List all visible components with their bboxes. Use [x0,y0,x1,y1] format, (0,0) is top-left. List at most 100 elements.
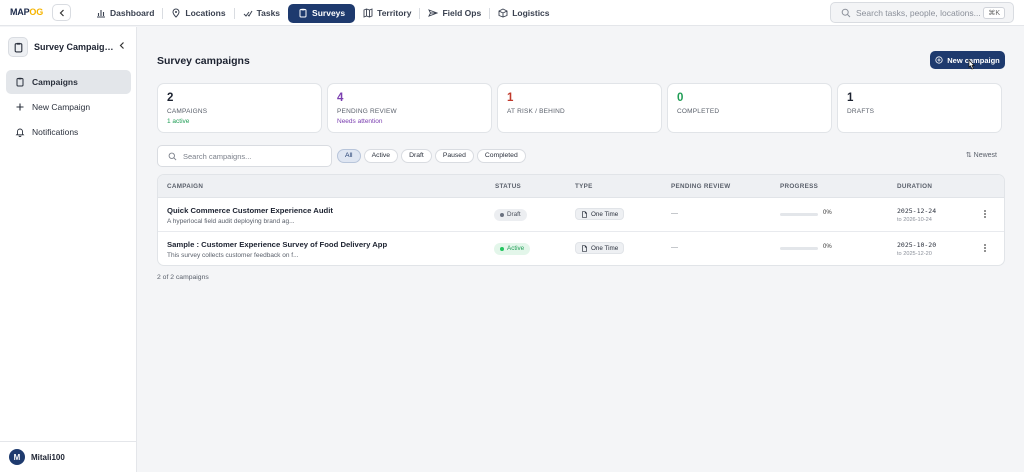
status-dot [500,247,504,251]
nav-surveys[interactable]: Surveys [288,3,356,23]
column-header-duration[interactable]: DURATION [897,183,932,190]
campaign-name[interactable]: Sample : Customer Experience Survey of F… [167,240,387,249]
campaign-name[interactable]: Quick Commerce Customer Experience Audit [167,206,333,215]
pending-review-value: — [671,210,678,217]
table-header: CAMPAIGN STATUS TYPE PENDING REVIEW PROG… [158,175,1004,198]
campaign-description: This survey collects customer feedback o… [167,252,299,259]
nav-tasks[interactable]: Tasks [235,4,288,23]
stat-card-pending-review[interactable]: 4 PENDING REVIEW Needs attention [327,83,492,133]
nav-logistics[interactable]: Logistics [490,4,557,23]
type-badge: One Time [575,208,625,220]
table-row[interactable]: Quick Commerce Customer Experience Audit… [158,198,1004,232]
sidebar-header: Survey Campaigns [8,37,130,57]
stat-value: 1 [507,92,514,104]
column-header-pending-review[interactable]: PENDING REVIEW [671,183,730,190]
column-header-progress[interactable]: PROGRESS [780,183,818,190]
document-icon [582,244,587,252]
map-icon [363,8,373,18]
stat-card-completed[interactable]: 0 COMPLETED [667,83,832,133]
sidebar-item-label: Notifications [32,127,79,137]
duration-end: to 2026-10-24 [897,217,932,223]
nav-label: Logistics [512,8,550,18]
plus-circle-icon [935,56,943,64]
row-actions-button[interactable] [983,243,987,255]
sort-button[interactable]: ⇅ Newest [966,151,997,159]
status-badge: Draft [494,209,527,221]
app-logo[interactable]: MAPOG [10,7,43,17]
document-icon [582,210,587,218]
nav-label: Territory [377,8,412,18]
back-button[interactable] [52,4,71,21]
sidebar-menu: Campaigns New Campaign Notifications [6,70,131,145]
type-label: One Time [591,244,619,252]
type-badge: One Time [575,242,625,254]
row-actions-button[interactable] [983,209,987,221]
nav-label: Field Ops [442,8,482,18]
column-header-status[interactable]: STATUS [495,183,521,190]
stat-sub: Needs attention [337,118,383,125]
clipboard-icon [16,77,24,87]
clipboard-icon [299,8,307,18]
duration-end: to 2025-12-20 [897,251,932,257]
global-search[interactable]: ⌘K [830,2,1014,23]
filter-chip-draft[interactable]: Draft [401,149,432,163]
progress-percent: 0% [823,210,832,216]
nav-territory[interactable]: Territory [355,4,419,23]
search-icon [841,8,851,17]
stat-card-at-risk[interactable]: 1 AT RISK / BEHIND [497,83,662,133]
global-search-input[interactable] [856,7,986,18]
collapse-sidebar-button[interactable] [118,41,126,53]
table-row[interactable]: Sample : Customer Experience Survey of F… [158,232,1004,265]
nav-label: Dashboard [110,8,155,18]
sidebar-item-label: Campaigns [32,77,78,87]
user-profile[interactable]: M Mitali100 [0,441,136,472]
stat-value: 0 [677,92,684,104]
nav-locations[interactable]: Locations [163,4,233,23]
nav-field-ops[interactable]: Field Ops [420,4,489,23]
column-header-campaign[interactable]: CAMPAIGN [167,183,203,190]
filter-chip-all[interactable]: All [337,149,361,163]
user-name: Mitali100 [31,452,65,462]
stat-sub: 1 active [167,118,190,125]
chevron-left-icon [119,42,124,49]
column-header-type[interactable]: TYPE [575,183,593,190]
page-title: Survey campaigns [157,55,250,67]
campaign-search[interactable] [157,145,332,167]
progress-percent: 0% [823,244,832,250]
stat-card-campaigns[interactable]: 2 CAMPAIGNS 1 active [157,83,322,133]
sidebar: Survey Campaigns Campaigns New Campaign … [0,27,137,472]
sidebar-item-campaigns[interactable]: Campaigns [6,70,131,94]
campaign-search-input[interactable] [183,151,323,161]
sidebar-item-notifications[interactable]: Notifications [6,120,131,144]
stat-label: COMPLETED [677,108,720,115]
main-content: Survey campaigns New campaign 2 CAMPAIGN… [137,27,1024,472]
progress-bar [780,247,818,250]
stat-label: DRAFTS [847,108,875,115]
shortcut-badge: ⌘K [983,7,1005,19]
tasks-check-icon [243,10,252,17]
location-pin-icon [172,8,180,18]
stat-card-drafts[interactable]: 1 DRAFTS [837,83,1002,133]
results-count: 2 of 2 campaigns [157,274,209,281]
stats-row: 2 CAMPAIGNS 1 active 4 PENDING REVIEW Ne… [157,83,1002,133]
filter-chip-completed[interactable]: Completed [476,149,526,163]
nav-label: Tasks [256,8,281,18]
nav-dashboard[interactable]: Dashboard [88,4,162,23]
filter-chip-paused[interactable]: Paused [434,149,474,163]
duration-start: 2025-12-24 [897,207,937,215]
filter-chip-active[interactable]: Active [363,149,399,163]
sidebar-title: Survey Campaigns [34,42,114,52]
sidebar-item-new-campaign[interactable]: New Campaign [6,95,131,119]
stat-label: CAMPAIGNS [167,108,208,115]
more-vertical-icon [984,244,986,252]
clipboard-icon [14,42,22,52]
more-vertical-icon [984,210,986,218]
nav-label: Surveys [312,8,346,18]
stat-value: 2 [167,92,174,104]
type-label: One Time [591,210,619,218]
duration-start: 2025-10-20 [897,241,937,249]
stat-value: 1 [847,92,854,104]
sidebar-item-label: New Campaign [32,102,91,112]
pending-review-value: — [671,244,678,251]
box-icon [498,8,508,18]
